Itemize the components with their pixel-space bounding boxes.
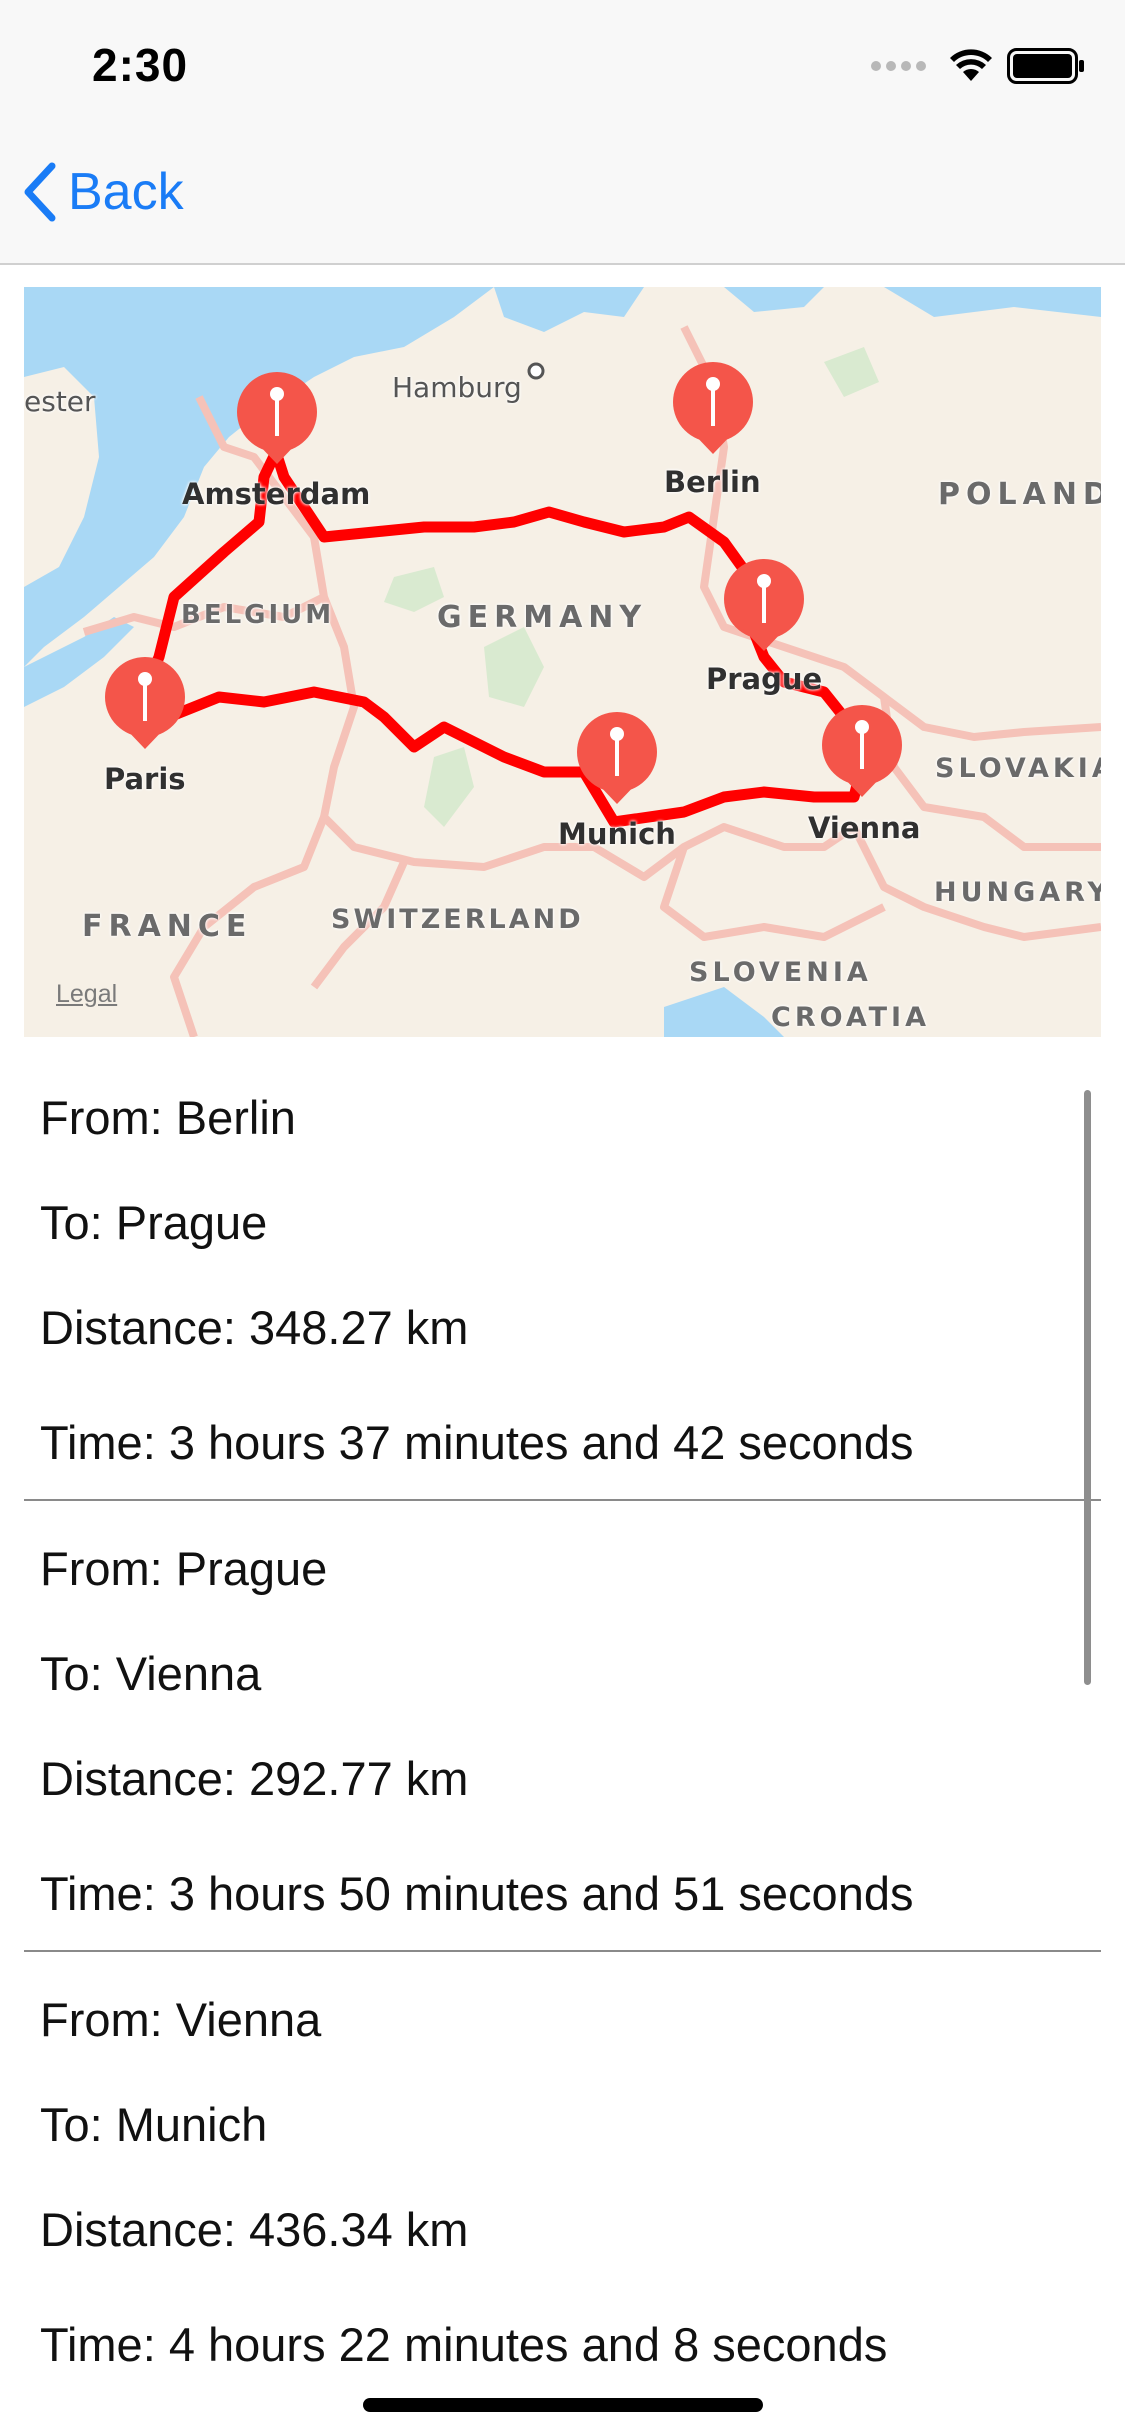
back-label: Back	[68, 163, 184, 221]
cellular-signal-icon	[871, 61, 931, 71]
route-distance: Distance: 292.77 km	[40, 1752, 469, 1805]
map-city-vienna: Vienna	[808, 811, 921, 845]
pin-berlin-icon[interactable]	[670, 362, 756, 457]
map-country-croatia: CROATIA	[771, 1002, 930, 1033]
map-city-prague: Prague	[706, 662, 823, 696]
battery-icon	[1007, 48, 1084, 84]
route-map[interactable]: ester Hamburg Amsterdam Berlin Prague Vi…	[24, 287, 1101, 1037]
pin-vienna-icon[interactable]	[819, 705, 905, 800]
status-time: 2:30	[92, 39, 189, 91]
map-country-switzerland: SWITZERLAND	[331, 904, 584, 935]
map-city-berlin: Berlin	[664, 465, 761, 499]
map-city-partial: ester	[24, 385, 96, 418]
list-item[interactable]: From: Vienna To: Munich Distance: 436.34…	[24, 1952, 1101, 2403]
map-city-paris: Paris	[104, 762, 186, 796]
map-country-poland: POLAND	[938, 477, 1101, 512]
route-time: Time: 3 hours 37 minutes and 42 seconds	[40, 1416, 914, 1469]
pin-amsterdam-icon[interactable]	[234, 372, 320, 467]
scroll-indicator[interactable]	[1084, 1090, 1091, 1685]
route-list[interactable]: From: Berlin To: Prague Distance: 348.27…	[0, 1050, 1125, 2403]
home-indicator[interactable]	[363, 2398, 763, 2412]
map-country-belgium: BELGIUM	[181, 600, 335, 630]
route-from: From: Berlin	[40, 1091, 296, 1144]
route-from: From: Prague	[40, 1542, 328, 1595]
route-to: To: Munich	[40, 2098, 268, 2151]
map-country-germany: GERMANY	[437, 600, 648, 635]
map-city-munich: Munich	[558, 817, 676, 851]
list-item[interactable]: From: Prague To: Vienna Distance: 292.77…	[24, 1501, 1101, 1952]
route-time: Time: 4 hours 22 minutes and 8 seconds	[40, 2318, 888, 2371]
map-country-slovakia: SLOVAKIA	[935, 753, 1101, 784]
pin-munich-icon[interactable]	[574, 712, 660, 807]
list-item[interactable]: From: Berlin To: Prague Distance: 348.27…	[24, 1050, 1101, 1501]
route-distance: Distance: 348.27 km	[40, 1301, 469, 1354]
route-distance: Distance: 436.34 km	[40, 2203, 469, 2256]
route-to: To: Prague	[40, 1196, 268, 1249]
map-country-france: FRANCE	[82, 909, 253, 944]
navigation-bar: 2:30 Back	[0, 0, 1125, 265]
route-from: From: Vienna	[40, 1993, 322, 2046]
map-city-hamburg: Hamburg	[392, 371, 522, 404]
route-time: Time: 3 hours 50 minutes and 51 seconds	[40, 1867, 914, 1920]
map-legal-link[interactable]: Legal	[56, 980, 117, 1009]
map-country-hungary: HUNGARY	[934, 877, 1101, 908]
map-city-amsterdam: Amsterdam	[182, 477, 371, 511]
chevron-left-icon	[24, 162, 56, 222]
status-indicators	[871, 48, 1085, 84]
back-button[interactable]: Back	[22, 162, 184, 222]
map-country-slovenia: SLOVENIA	[689, 957, 872, 988]
pin-prague-icon[interactable]	[721, 559, 807, 654]
wifi-icon	[950, 49, 992, 81]
route-to: To: Vienna	[40, 1647, 262, 1700]
pin-paris-icon[interactable]	[102, 657, 188, 752]
